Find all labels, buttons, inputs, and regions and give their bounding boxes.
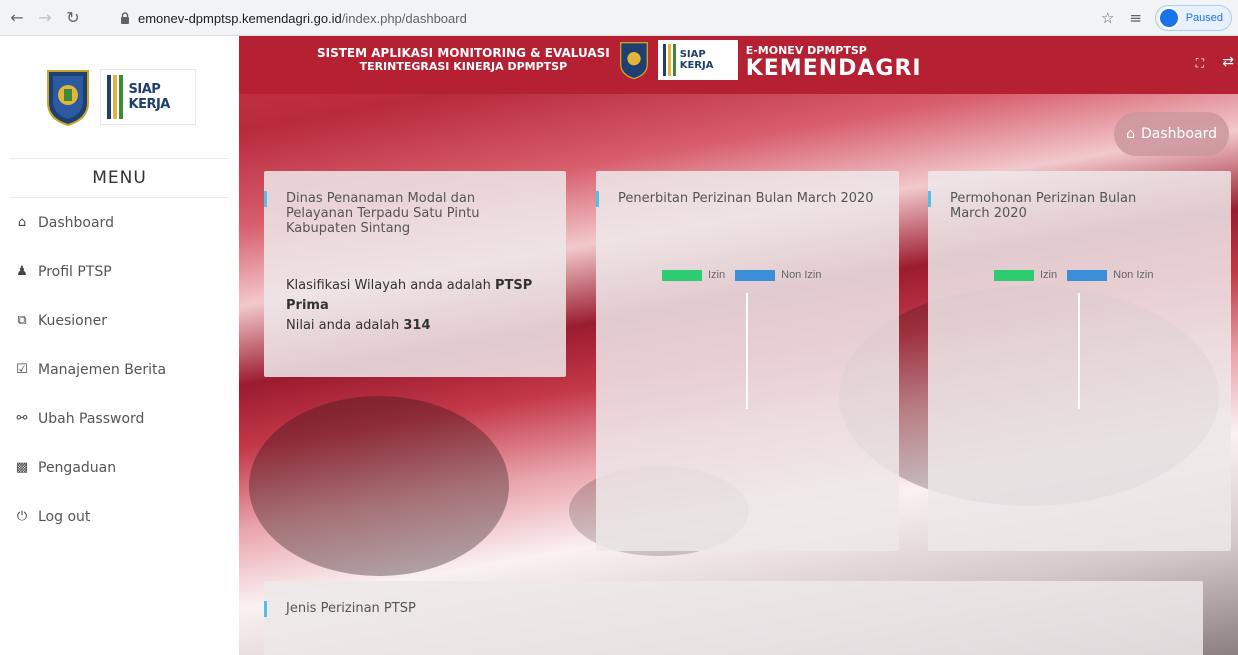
sidebar-item-label: Ubah Password — [38, 410, 145, 427]
kemendagri-emblem-icon — [46, 70, 89, 127]
penerbitan-chart-card: Penerbitan Perizinan Bulan March 2020 Iz… — [596, 171, 899, 551]
fullscreen-icon[interactable]: ⛶ — [1196, 56, 1204, 71]
avatar — [1157, 7, 1180, 29]
legend-label-izin: Izin — [1040, 269, 1058, 281]
browser-actions: ☆ ≡ Paused — [1099, 5, 1232, 31]
lock-icon — [121, 12, 129, 24]
permohonan-chart-card: Permohonan Perizinan Bulan March 2020 Iz… — [928, 171, 1231, 551]
profile-button[interactable]: Paused — [1154, 5, 1232, 31]
sidebar-item-kuesioner[interactable]: ⧉ Kuesioner — [0, 296, 239, 345]
user-icon: ♟ — [16, 264, 28, 279]
main-content: SISTEM APLIKASI MONITORING & EVALUASI TE… — [239, 36, 1238, 655]
url-text: emonev-dpmptsp.kemendagri.go.id/index.ph… — [138, 11, 467, 26]
chart-axis — [746, 293, 748, 409]
sidebar-logo: SIAP KERJA — [0, 36, 239, 158]
legend-swatch-izin — [994, 269, 1034, 281]
sidebar-item-pengaduan[interactable]: ▩ Pengaduan — [0, 443, 239, 492]
header-siap-kerja-logo: SIAP KERJA — [657, 40, 738, 80]
reload-icon[interactable]: ↻ — [62, 7, 84, 29]
app-header: SISTEM APLIKASI MONITORING & EVALUASI TE… — [239, 36, 1238, 94]
bookmark-star-icon[interactable]: ☆ — [1099, 9, 1117, 27]
nilai-prefix: Nilai anda adalah — [286, 318, 404, 333]
nilai-value: 314 — [403, 318, 431, 333]
app-name: E-MONEV DPMPTSP KEMENDAGRI — [745, 42, 922, 81]
sidebar-item-label: Dashboard — [38, 214, 114, 231]
chart-legend: Izin Non Izin — [994, 269, 1153, 281]
chart-axis — [1078, 293, 1080, 409]
sidebar-item-manajemen-berita[interactable]: ☑ Manajemen Berita — [0, 345, 239, 394]
sidebar-item-dashboard[interactable]: ⌂ Dashboard — [0, 198, 239, 247]
header-siap-kerja-text: SIAP KERJA — [679, 49, 714, 71]
sidebar: SIAP KERJA MENU ⌂ Dashboard ♟ Profil PTS… — [0, 36, 239, 655]
swap-icon[interactable]: ⇄ — [1222, 54, 1234, 70]
app-name-line2: KEMENDAGRI — [745, 56, 922, 81]
sidebar-item-label: Manajemen Berita — [38, 361, 167, 378]
legend-label-non-izin: Non Izin — [1113, 269, 1154, 281]
sidebar-item-label: Profil PTSP — [38, 263, 112, 280]
sidebar-item-log-out[interactable]: ⏻ Log out — [0, 492, 239, 541]
legend-label-non-izin: Non Izin — [781, 269, 822, 281]
reading-list-icon[interactable]: ≡ — [1127, 9, 1145, 27]
legend-swatch-non-izin — [735, 269, 776, 281]
home-icon: ⌂ — [17, 215, 27, 230]
info-card: Dinas Penanaman Modal dan Pelayanan Terp… — [264, 171, 566, 377]
sidebar-item-label: Pengaduan — [38, 459, 117, 476]
comments-icon: ▩ — [15, 460, 29, 475]
profile-status: Paused — [1185, 12, 1223, 24]
power-icon: ⏻ — [16, 509, 28, 524]
header-title-line2: TERINTEGRASI KINERJA DPMPTSP — [359, 60, 568, 73]
legend-swatch-izin — [662, 269, 702, 281]
calendar-check-icon: ☑ — [16, 362, 28, 377]
key-icon: ⚯ — [16, 411, 28, 426]
sidebar-item-profil-ptsp[interactable]: ♟ Profil PTSP — [0, 247, 239, 296]
jenis-perizinan-card: Jenis Perizinan PTSP — [264, 581, 1203, 655]
sidebar-item-label: Kuesioner — [38, 312, 107, 329]
breadcrumb-label: Dashboard — [1141, 126, 1217, 142]
info-card-body: Klasifikasi Wilayah anda adalah PTSP Pri… — [264, 276, 566, 336]
jenis-card-title: Jenis Perizinan PTSP — [264, 581, 1203, 617]
permohonan-card-title: Permohonan Perizinan Bulan March 2020 — [928, 171, 1231, 221]
klasifikasi-text: Klasifikasi Wilayah anda adalah PTSP Pri… — [286, 276, 554, 316]
url-host: emonev-dpmptsp.kemendagri.go.id — [138, 10, 342, 26]
siap-kerja-logo: SIAP KERJA — [99, 69, 196, 125]
menu-title: MENU — [10, 158, 229, 198]
url-path: /index.php/dashboard — [341, 10, 467, 26]
sidebar-item-label: Log out — [38, 508, 91, 525]
map-silhouette — [249, 396, 509, 576]
chart-legend: Izin Non Izin — [662, 269, 821, 281]
forward-icon[interactable]: → — [34, 7, 56, 29]
breadcrumb[interactable]: ⌂ Dashboard — [1114, 112, 1229, 156]
nilai-text: Nilai anda adalah 314 — [286, 316, 554, 336]
home-icon: ⌂ — [1126, 126, 1136, 142]
siap-kerja-text: SIAP KERJA — [128, 82, 171, 112]
sidebar-item-ubah-password[interactable]: ⚯ Ubah Password — [0, 394, 239, 443]
legend-swatch-non-izin — [1067, 269, 1108, 281]
info-card-title: Dinas Penanaman Modal dan Pelayanan Terp… — [264, 171, 566, 236]
header-brand: SISTEM APLIKASI MONITORING & EVALUASI TE… — [317, 40, 922, 80]
copy-icon: ⧉ — [17, 313, 27, 328]
penerbitan-card-title: Penerbitan Perizinan Bulan March 2020 — [596, 171, 899, 207]
legend-label-izin: Izin — [708, 269, 726, 281]
kemendagri-emblem-icon — [619, 42, 648, 80]
address-bar[interactable]: emonev-dpmptsp.kemendagri.go.id/index.ph… — [108, 5, 1088, 31]
back-icon[interactable]: ← — [6, 7, 28, 29]
browser-toolbar: ← → ↻ emonev-dpmptsp.kemendagri.go.id/in… — [0, 0, 1238, 36]
header-title-line1: SISTEM APLIKASI MONITORING & EVALUASI — [317, 46, 610, 60]
klasifikasi-prefix: Klasifikasi Wilayah anda adalah — [286, 278, 495, 293]
header-title: SISTEM APLIKASI MONITORING & EVALUASI TE… — [317, 46, 610, 74]
